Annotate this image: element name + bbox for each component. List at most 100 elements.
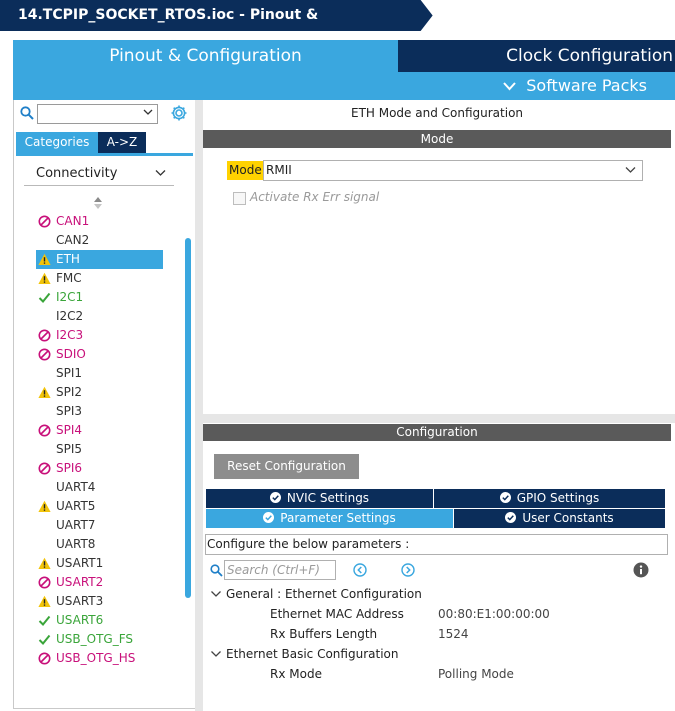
sidebar-item-label: USB_OTG_HS	[56, 651, 136, 665]
sidebar-item-spi2[interactable]: SPI2	[36, 383, 163, 402]
sidebar-item-label: UART8	[56, 537, 96, 551]
panel-splitter[interactable]	[203, 414, 675, 423]
tab-clock-configuration[interactable]: Clock Configuration	[398, 40, 675, 72]
warning-icon	[38, 500, 51, 512]
sidebar-item-label: SPI3	[56, 404, 83, 418]
sidebar-item-usart2[interactable]: USART2	[36, 573, 163, 592]
info-icon[interactable]	[633, 562, 649, 578]
group-label: Ethernet Basic Configuration	[226, 647, 399, 661]
chevron-down-icon	[503, 82, 516, 91]
sidebar-item-i2c3[interactable]: I2C3	[36, 326, 163, 345]
sidebar-item-i2c2[interactable]: I2C2	[36, 307, 163, 326]
warning-icon	[38, 253, 51, 265]
param-value[interactable]: Polling Mode	[438, 665, 514, 683]
warning-icon	[38, 272, 51, 284]
disabled-icon	[38, 462, 51, 475]
sidebar-item-usart6[interactable]: USART6	[36, 611, 163, 630]
sidebar-item-label: I2C3	[56, 328, 84, 342]
sidebar-item-label: SPI2	[56, 385, 83, 399]
search-input[interactable]	[37, 104, 158, 124]
group-ethernet-basic[interactable]: Ethernet Basic Configuration	[210, 645, 398, 663]
sidebar-item-uart7[interactable]: UART7	[36, 516, 163, 535]
reset-configuration-button[interactable]: Reset Configuration	[214, 454, 359, 479]
sidebar-item-label: SPI4	[56, 423, 83, 437]
sidebar-item-label: SPI1	[56, 366, 83, 380]
sidebar-item-eth[interactable]: ETH	[36, 250, 163, 269]
sidebar-item-uart4[interactable]: UART4	[36, 478, 163, 497]
check-circle-icon	[269, 492, 281, 503]
sidebar-item-uart8[interactable]: UART8	[36, 535, 163, 554]
file-title[interactable]: 14.TCPIP_SOCKET_RTOS.ioc - Pinout & Conf…	[0, 0, 415, 54]
param-value[interactable]: 1524	[438, 625, 469, 643]
disabled-icon	[38, 652, 51, 665]
tab-underline	[16, 153, 193, 156]
sidebar-item-label: CAN1	[56, 214, 90, 228]
sidebar-item-usb_otg_hs[interactable]: USB_OTG_HS	[36, 649, 163, 668]
sidebar-item-can2[interactable]: CAN2	[36, 231, 163, 250]
sidebar-item-label: ETH	[56, 252, 80, 266]
disabled-icon	[38, 329, 51, 342]
check-icon	[38, 615, 51, 626]
warning-icon	[38, 557, 51, 569]
sidebar-item-spi1[interactable]: SPI1	[36, 364, 163, 383]
search-icon[interactable]	[20, 106, 34, 120]
param-value[interactable]: 00:80:E1:00:00:00	[438, 605, 550, 623]
tab-label: User Constants	[522, 511, 614, 525]
parameter-search-input[interactable]: Search (Ctrl+F)	[224, 560, 336, 580]
gear-icon[interactable]	[170, 104, 188, 122]
sidebar-item-usart1[interactable]: USART1	[36, 554, 163, 573]
sidebar-item-usb_otg_fs[interactable]: USB_OTG_FS	[36, 630, 163, 649]
chevron-down-icon	[155, 170, 166, 176]
tab-user-constants[interactable]: User Constants	[454, 509, 665, 528]
sidebar-item-can1[interactable]: CAN1	[36, 212, 163, 231]
sidebar-item-label: USART3	[56, 594, 104, 608]
sidebar-item-uart5[interactable]: UART5	[36, 497, 163, 516]
sidebar-item-usart3[interactable]: USART3	[36, 592, 163, 611]
sidebar-item-spi6[interactable]: SPI6	[36, 459, 163, 478]
category-label: Connectivity	[36, 166, 118, 181]
search-icon	[210, 564, 223, 577]
sidebar-item-label: I2C2	[56, 309, 84, 323]
sidebar-item-sdio[interactable]: SDIO	[36, 345, 163, 364]
tab-label: NVIC Settings	[286, 491, 370, 505]
tab-gpio-settings[interactable]: GPIO Settings	[434, 489, 665, 508]
tab-parameter-settings[interactable]: Parameter Settings	[206, 509, 453, 528]
sidebar-item-fmc[interactable]: FMC	[36, 269, 163, 288]
sidebar-item-label: SDIO	[56, 347, 86, 361]
sidebar-item-label: UART5	[56, 499, 96, 513]
disabled-icon	[38, 424, 51, 437]
sidebar-item-i2c1[interactable]: I2C1	[36, 288, 163, 307]
sidebar-item-label: USB_OTG_FS	[56, 632, 134, 646]
sidebar-item-label: UART4	[56, 480, 96, 494]
category-dropdown[interactable]: Connectivity	[24, 160, 174, 186]
check-circle-icon	[499, 492, 511, 503]
previous-match-icon[interactable]	[353, 563, 367, 577]
panel-divider[interactable]	[195, 100, 203, 711]
tab-label: GPIO Settings	[516, 491, 600, 505]
chevron-down-icon[interactable]	[143, 108, 153, 116]
sidebar-item-spi5[interactable]: SPI5	[36, 440, 163, 459]
sidebar-item-label: USART2	[56, 575, 104, 589]
check-icon	[38, 292, 51, 303]
mode-label: Mode	[227, 161, 264, 180]
sort-icon[interactable]	[93, 196, 103, 210]
chevron-down-icon	[211, 651, 221, 657]
check-icon	[38, 634, 51, 645]
scrollbar-thumb[interactable]	[185, 238, 191, 598]
chevron-down-icon	[625, 167, 636, 173]
sidebar-item-spi4[interactable]: SPI4	[36, 421, 163, 440]
tab-a-to-z[interactable]: A->Z	[98, 132, 146, 153]
tab-nvic-settings[interactable]: NVIC Settings	[206, 489, 433, 508]
group-general-ethernet[interactable]: General : Ethernet Configuration	[210, 585, 422, 603]
sidebar-item-spi3[interactable]: SPI3	[36, 402, 163, 421]
breadcrumb: 14.TCPIP_SOCKET_RTOS.ioc - Pinout & Conf…	[0, 0, 675, 54]
sidebar-item-label: USART1	[56, 556, 104, 570]
tab-pinout-configuration[interactable]: Pinout & Configuration	[13, 40, 398, 72]
disabled-icon	[38, 215, 51, 228]
next-match-icon[interactable]	[401, 563, 415, 577]
rx-err-checkbox[interactable]	[233, 192, 246, 205]
mode-select[interactable]: RMII	[263, 160, 643, 181]
tab-categories[interactable]: Categories	[16, 132, 98, 153]
check-circle-icon	[505, 512, 517, 523]
software-packs-menu[interactable]: Software Packs	[398, 72, 675, 100]
